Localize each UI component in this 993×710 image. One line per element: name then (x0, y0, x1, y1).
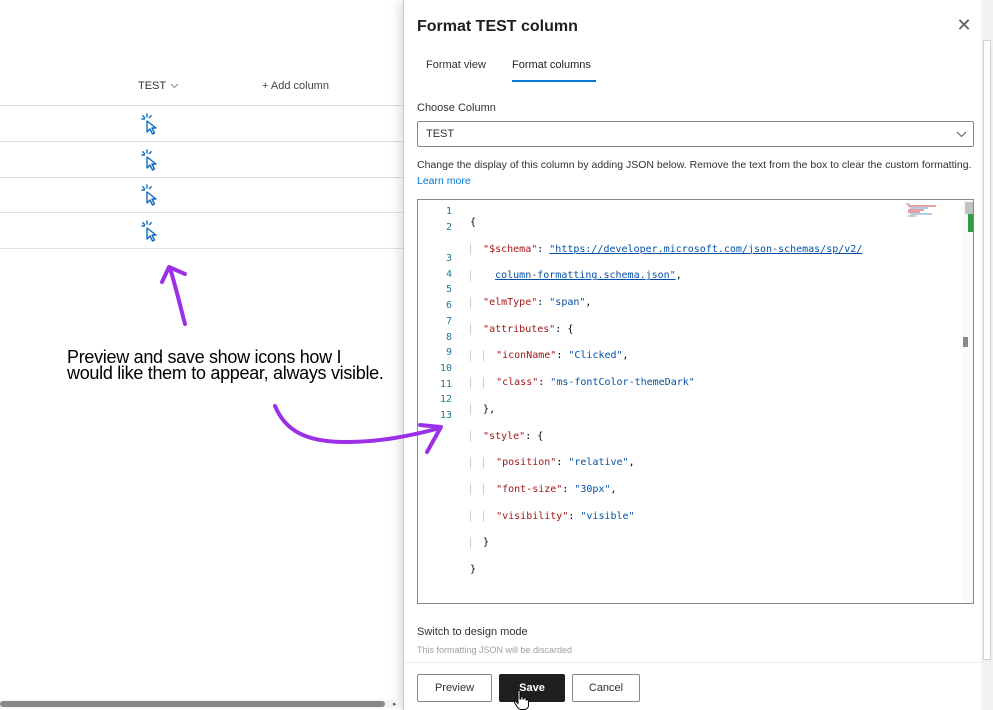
footer-divider (404, 662, 993, 663)
line-number: 6 (445, 300, 452, 312)
code-line: "font-size": "30px", (470, 482, 862, 498)
choose-column-value: TEST (426, 128, 455, 140)
page-scrollbar-thumb[interactable] (983, 40, 991, 660)
code-line: "style": { (470, 429, 862, 445)
add-column-button[interactable]: + Add column (262, 80, 329, 92)
line-number (418, 235, 452, 251)
close-icon[interactable]: ✕ (954, 15, 974, 35)
row-divider (0, 212, 403, 213)
json-value: "30px" (574, 483, 611, 495)
json-value: "https://developer.microsoft.com/json-sc… (549, 243, 863, 255)
editor-scrollbar-thumb[interactable] (965, 202, 973, 214)
column-header-label: TEST (138, 80, 167, 92)
line-number: 9 (445, 347, 452, 359)
json-key: "$schema" (483, 243, 538, 255)
row-divider (0, 177, 403, 178)
preview-button[interactable]: Preview (417, 674, 492, 702)
json-value: "span" (549, 297, 586, 309)
json-key: "iconName" (496, 350, 557, 362)
json-key: "class" (496, 377, 539, 389)
line-number: 2 (445, 221, 452, 233)
clicked-icon (141, 113, 157, 135)
code-line: } (470, 535, 862, 551)
row-divider (0, 141, 403, 142)
code-line: "elmType": "span", (470, 295, 862, 311)
editor-scroll-marker (963, 337, 968, 347)
json-value: "Clicked" (568, 350, 623, 362)
code-line: "position": "relative", (470, 455, 862, 471)
editor-minimap[interactable] (906, 202, 946, 218)
choose-column-dropdown[interactable]: TEST (417, 121, 974, 147)
line-number: 13 (439, 409, 452, 421)
clicked-icon (141, 149, 157, 171)
line-number: 8 (445, 331, 452, 343)
json-code[interactable]: { "$schema": "https://developer.microsof… (470, 204, 862, 600)
json-key: "position" (496, 457, 557, 469)
annotation-text: Preview and save show icons how I would … (67, 347, 384, 383)
json-key: "elmType" (483, 297, 538, 309)
editor-vertical-scrollbar[interactable] (963, 200, 973, 603)
line-number: 12 (439, 394, 452, 406)
line-number: 7 (445, 315, 452, 327)
line-number: 5 (445, 284, 452, 296)
hand-cursor-icon (513, 690, 529, 710)
scroll-right-arrow-icon[interactable]: ▸ (393, 700, 403, 708)
panel-title: Format TEST column (417, 18, 578, 35)
line-number: 3 (445, 253, 452, 265)
description-body: Change the display of this column by add… (417, 159, 972, 171)
cancel-button[interactable]: Cancel (572, 674, 640, 702)
discard-note: This formatting JSON will be discarded (417, 645, 573, 655)
horizontal-scrollbar-thumb[interactable] (0, 701, 385, 707)
code-line: "iconName": "Clicked", (470, 348, 862, 364)
json-value: "ms-fontColor-themeDark" (550, 377, 695, 389)
column-header-test[interactable]: TEST (138, 80, 179, 92)
learn-more-link[interactable]: Learn more (417, 175, 471, 187)
code-line: }, (470, 402, 862, 418)
line-number: 11 (439, 378, 452, 390)
row-divider (0, 248, 403, 249)
json-value: "relative" (568, 457, 629, 469)
json-value: "visible" (580, 510, 635, 522)
json-key: "attributes" (483, 323, 556, 335)
clicked-icon (141, 184, 157, 206)
code-line: "visibility": "visible" (470, 509, 862, 525)
line-number: 4 (445, 268, 452, 280)
code-line: "attributes": { (470, 322, 862, 338)
format-column-panel: Format TEST column ✕ Format view Format … (403, 0, 993, 710)
json-value: column-formatting.schema.json" (495, 270, 676, 282)
line-numbers: 1 2 3 4 5 6 7 8 9 10 11 12 13 (418, 204, 452, 424)
choose-column-label: Choose Column (417, 102, 496, 114)
tab-format-columns[interactable]: Format columns (512, 59, 591, 71)
json-key: "font-size" (496, 483, 563, 495)
code-line: { (470, 217, 477, 228)
code-line: "class": "ms-fontColor-themeDark" (470, 375, 862, 391)
json-editor[interactable]: 1 2 3 4 5 6 7 8 9 10 11 12 13 { "$schema… (417, 199, 974, 604)
clicked-icon (141, 220, 157, 242)
line-number: 10 (439, 362, 452, 374)
chevron-down-icon (170, 83, 179, 89)
list-view: TEST + Add column Preview and save show … (0, 0, 403, 710)
json-key: "style" (483, 430, 526, 442)
switch-to-design-mode-link[interactable]: Switch to design mode (417, 626, 528, 638)
description-text: Change the display of this column by add… (417, 157, 977, 189)
chevron-down-icon (956, 131, 967, 138)
editor-change-marker (968, 214, 973, 232)
json-key: "visibility" (496, 510, 569, 522)
code-line: "$schema": "https://developer.microsoft.… (470, 242, 862, 258)
save-button[interactable]: Save (499, 674, 565, 702)
code-line: column-formatting.schema.json", (470, 268, 862, 284)
tab-format-view[interactable]: Format view (426, 59, 486, 71)
row-divider (0, 105, 403, 106)
code-line: } (470, 563, 477, 575)
line-number: 1 (445, 206, 452, 217)
active-tab-indicator (512, 80, 596, 82)
